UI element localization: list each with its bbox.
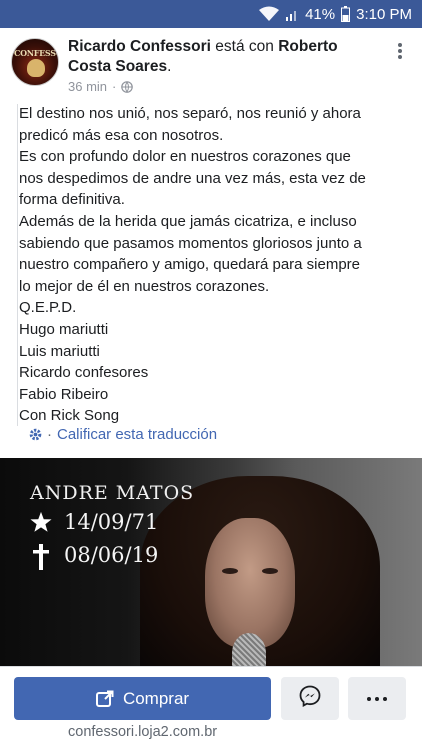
messenger-button[interactable]: [281, 677, 339, 720]
birth-row: 14/09/71: [30, 510, 158, 534]
avatar-logo-text: CONFESSORI: [14, 48, 58, 58]
more-actions-button[interactable]: [348, 677, 406, 720]
status-bar: 41% 3:10 PM: [0, 0, 422, 28]
quote-bar: [17, 104, 18, 426]
action-bar: Comprar confessori.loja2.com.br: [0, 666, 422, 750]
tagged-suffix: .: [167, 58, 172, 75]
microphone-icon: [232, 633, 266, 666]
author-line: Ricardo Confessori está con Roberto Cost…: [68, 37, 368, 77]
photo-eye: [222, 568, 238, 574]
post-line: Q.E.P.D.: [19, 299, 77, 317]
death-date: 08/06/19: [64, 543, 159, 567]
star-icon: [30, 511, 52, 533]
with-text: está con: [215, 38, 274, 55]
post-line: nos despedimos de andre una vez más, est…: [19, 169, 366, 187]
post-meta: 36 min ·: [68, 79, 134, 94]
post-text: El destino nos unió, nos separó, nos reu…: [19, 103, 409, 427]
post-line: Con Rick Song: [19, 407, 120, 425]
post-line: predicó más esa con nosotros.: [19, 126, 224, 144]
photo-eye: [262, 568, 278, 574]
avatar[interactable]: CONFESSORI: [11, 38, 59, 86]
cross-icon: [30, 544, 52, 570]
post-line: Hugo mariutti: [19, 320, 109, 338]
globe-icon: [121, 80, 134, 93]
translation-separator: ·: [47, 426, 52, 443]
memorial-photo[interactable]: ANDRE MATOS 14/09/71 08/06/19: [0, 458, 422, 666]
post-line: lo mejor de él en nuestros corazones.: [19, 277, 270, 295]
battery-icon: [341, 6, 351, 22]
photo-face: [205, 518, 295, 648]
signal-icon: [285, 7, 299, 21]
messenger-icon: [299, 685, 321, 712]
website-link[interactable]: confessori.loja2.com.br: [68, 724, 217, 740]
death-row: 08/06/19: [30, 543, 159, 570]
post-header: CONFESSORI Ricardo Confessori está con R…: [0, 28, 422, 98]
external-link-icon: [95, 690, 114, 708]
status-time: 3:10 PM: [356, 5, 412, 23]
post-line: Ricardo confesores: [19, 364, 149, 382]
post-line: forma definitiva.: [19, 191, 125, 209]
post-line: Es con profundo dolor en nuestros corazo…: [19, 148, 351, 166]
meta-separator: ·: [112, 79, 117, 94]
gear-icon: [28, 427, 43, 442]
post-time[interactable]: 36 min: [68, 79, 107, 94]
wifi-icon: [259, 6, 280, 22]
post-line: Además de la herida que jamás cicatriza,…: [19, 212, 357, 230]
birth-date: 14/09/71: [64, 510, 159, 534]
post-line: nuestro compañero y amigo, quedará para …: [19, 256, 361, 274]
post-line: El destino nos unió, nos separó, nos reu…: [19, 105, 361, 122]
post-line: Luis mariutti: [19, 342, 100, 360]
buy-button[interactable]: Comprar: [14, 677, 271, 720]
post-line: sabiendo que pasamos momentos gloriosos …: [19, 234, 362, 252]
skull-icon: [27, 59, 45, 77]
ellipsis-icon: [367, 696, 371, 701]
post-line: Fabio Ribeiro: [19, 385, 109, 403]
battery-percent: 41%: [305, 5, 336, 23]
translation-rating-link[interactable]: · Calificar esta traducción: [28, 426, 217, 443]
image-title: ANDRE MATOS: [30, 482, 195, 504]
author-name[interactable]: Ricardo Confessori: [68, 38, 211, 55]
translation-link-label: Calificar esta traducción: [57, 426, 218, 443]
more-options-icon[interactable]: [390, 41, 410, 61]
buy-button-label: Comprar: [122, 688, 190, 708]
